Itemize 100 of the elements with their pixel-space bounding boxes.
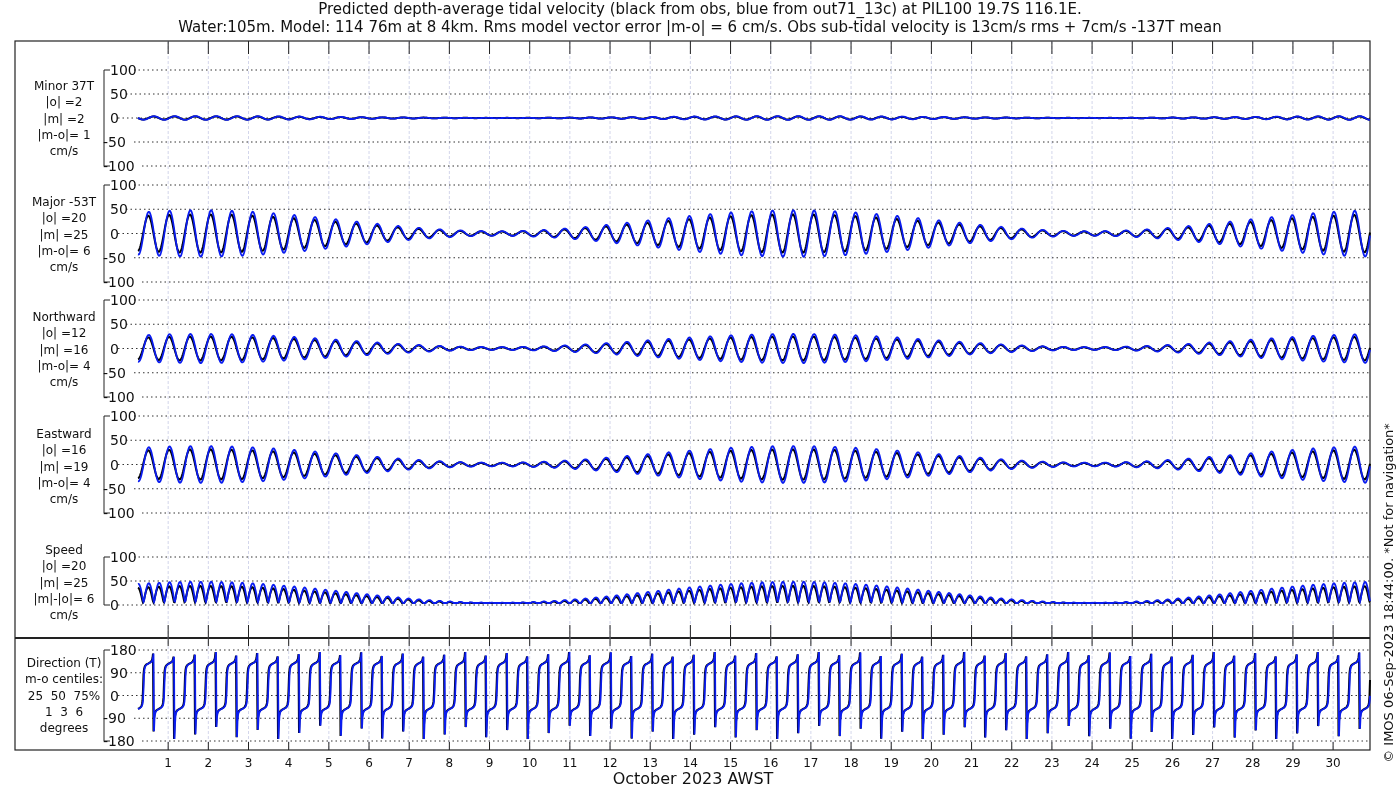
tick-mark [408,40,410,55]
panel-label: |m| =25 [39,575,89,590]
x-tick-label: 25 [1124,756,1140,770]
x-tick-label: 6 [365,756,373,770]
tick-mark [207,40,209,55]
tick-mark [207,741,209,751]
x-tick-label: 28 [1245,756,1261,770]
panel-label: m-o centiles: [25,672,103,687]
panel-label: 25 50 75% [27,688,101,703]
tick-mark [810,40,812,55]
tick-mark [930,741,932,751]
panel-label: |o| =16 [41,443,87,458]
x-tick-label: 9 [485,756,494,770]
tick-mark [609,741,611,751]
x-tick-label: 1 [164,756,172,770]
tick-mark [489,40,491,55]
panel-label: |m-o|= 4 [37,358,91,373]
tick-mark [810,741,812,751]
x-tick-label: 12 [602,756,618,770]
tick-mark [489,741,491,751]
tick-mark [328,741,330,751]
y-tick-label: 100 [110,408,137,424]
y-tick-label: 180 [110,642,137,658]
y-tick-label: 50 [110,573,128,589]
x-tick-label: 29 [1285,756,1301,770]
x-tick-label: 19 [883,756,899,770]
x-tick-label: 2 [204,756,213,770]
tick-mark [1011,741,1013,751]
y-tick-label: -50 [103,249,126,266]
y-tick-label: 100 [110,549,137,565]
x-tick-label: 11 [562,756,578,770]
tick-mark [1292,741,1294,751]
x-tick-label: 8 [445,756,454,770]
panel-label: degrees [39,721,89,736]
panel-label: |m-o|= 1 [37,127,91,142]
tick-mark [1171,741,1173,751]
panel-label: |o| =20 [41,559,87,574]
tick-mark [1332,40,1334,55]
x-tick-label: 17 [803,756,819,770]
panel-label: |o| =20 [41,211,87,226]
x-tick-label: 5 [325,756,333,770]
x-tick-label: 24 [1084,756,1100,770]
tick-mark [167,741,169,751]
y-tick-label: -50 [103,134,126,150]
panel-label: |o| =12 [41,326,87,341]
x-tick-label: 7 [405,756,413,770]
panel-label: Speed [45,543,83,557]
y-tick-label: 0 [110,110,119,126]
y-tick-label: 100 [110,292,137,308]
y-tick-label: 0 [110,225,119,242]
tick-mark [1011,40,1013,55]
x-tick-label: 20 [923,756,940,770]
y-tick-label: -100 [103,389,135,405]
x-tick-label: 4 [284,756,293,770]
y-tick-label: 50 [110,432,128,449]
panel-label: cm/s [49,260,79,275]
tick-mark [1212,40,1214,55]
copyright-notice: © IMOS 06-Sep-2023 18:44:00. *Not for navigation* [1381,423,1396,763]
tick-mark [408,741,410,751]
y-tick-label: 0 [110,597,119,613]
tick-mark [1091,40,1093,55]
panel-label: cm/s [49,492,79,507]
tick-mark [971,40,973,55]
x-tick-label: 18 [843,756,859,770]
tick-mark [368,40,370,55]
tick-mark [368,741,370,751]
panel-label: cm/s [49,375,79,390]
tick-mark [850,741,852,751]
x-axis-label: October 2023 AWST [612,769,774,788]
tick-mark [1252,741,1254,751]
tick-mark [1292,40,1294,55]
tick-mark [1051,40,1053,55]
y-tick-label: 0 [110,687,119,704]
y-tick-label: 0 [110,340,119,357]
tick-mark [328,40,330,55]
x-tick-label: 14 [682,756,698,770]
chart-title: Water:105m. Model: 114 76m at 8 4km. Rms model vector error |m-o| = 6 cm/s. Obs sub-tidal velocity is 13cm/s rms + 7cm/s -137T mean [178,18,1222,36]
tick-mark [609,40,611,55]
tick-mark [248,40,249,55]
tick-mark [770,40,772,55]
tick-mark [730,40,732,55]
tick-mark [1051,741,1053,751]
y-tick-label: -90 [103,710,126,727]
tick-mark [730,741,732,751]
y-axis [103,556,111,606]
panel-label: |m|-|o|= 6 [33,591,95,606]
tick-mark [1131,741,1133,751]
y-tick-label: 100 [110,62,137,78]
tick-mark [529,40,531,55]
panel-label: cm/s [49,144,79,159]
x-tick-label: 15 [722,756,739,770]
y-tick-label: 100 [110,177,137,193]
tick-mark [288,741,290,751]
x-tick-label: 16 [763,756,779,770]
y-tick-label: -50 [103,364,126,381]
panel-label: |m-o|= 4 [37,475,91,490]
panel-label: |m| =25 [39,227,89,242]
tick-mark [649,40,651,55]
x-tick-label: 21 [963,756,980,770]
tick-mark [689,741,691,751]
